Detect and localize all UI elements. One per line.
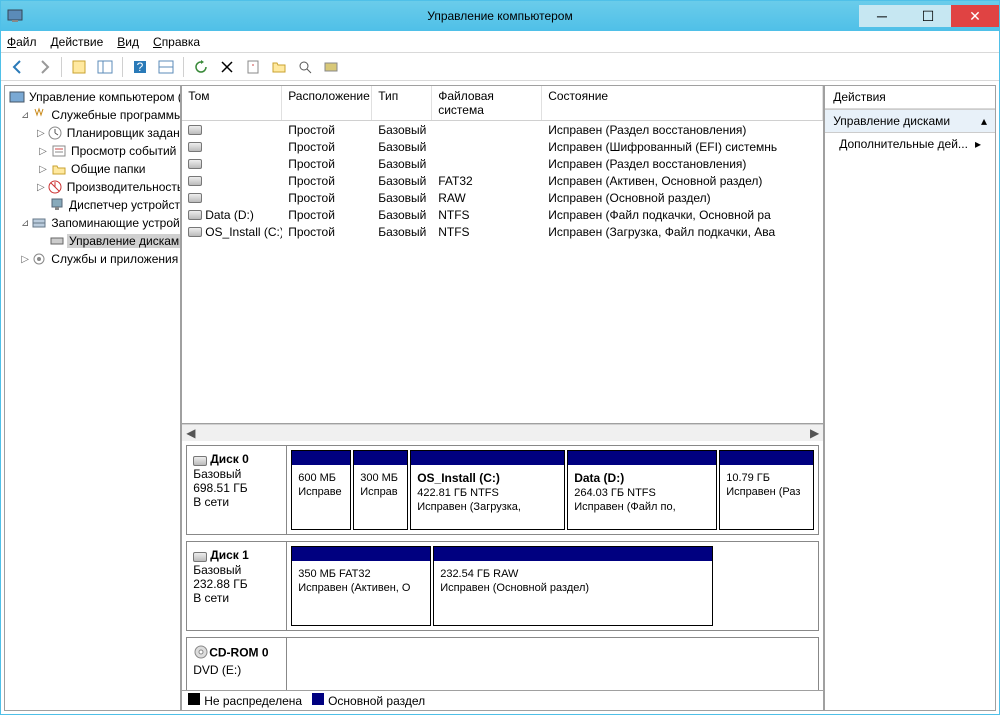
menu-bar: Файл Действие Вид Справка [1, 31, 999, 53]
title-bar: Управление компьютером ─ ☐ ✕ [1, 1, 999, 31]
actions-more[interactable]: Дополнительные дей...▸ [825, 133, 995, 155]
menu-view[interactable]: Вид [117, 35, 139, 49]
properties-button[interactable] [242, 56, 264, 78]
tree-shared-folders[interactable]: ▷Общие папки [5, 160, 180, 178]
disk-row[interactable]: Диск 1Базовый232.88 ГБВ сети350 МБ FAT32… [186, 541, 819, 631]
legend-primary: Основной раздел [312, 693, 425, 708]
tree-device-manager[interactable]: Диспетчер устройств [5, 196, 180, 214]
volume-row[interactable]: Data (D:)ПростойБазовыйNTFSИсправен (Фай… [182, 206, 823, 223]
disk-icon [188, 227, 202, 237]
console-tree[interactable]: Управление компьютером (л ⊿Служебные про… [4, 85, 181, 711]
actions-section[interactable]: Управление дисками▴ [825, 109, 995, 133]
horizontal-scrollbar[interactable]: ◀▶ [182, 424, 823, 441]
partition-body: 300 МБИсправ [354, 465, 407, 505]
partition[interactable]: 300 МБИсправ [353, 450, 408, 530]
collapse-icon[interactable]: ▴ [981, 114, 987, 128]
partition[interactable]: 600 МБИсправе [291, 450, 351, 530]
details-pane: Том Расположение Тип Файловая система Со… [181, 85, 824, 711]
app-icon [7, 8, 23, 24]
volume-row[interactable]: ПростойБазовыйRAWИсправен (Основной разд… [182, 189, 823, 206]
tree-root[interactable]: Управление компьютером (л [5, 88, 180, 106]
disk-icon [188, 210, 202, 220]
volume-row[interactable]: OS_Install (C:)ПростойБазовыйNTFSИсправе… [182, 223, 823, 240]
volume-row[interactable]: ПростойБазовыйFAT32Исправен (Активен, Ос… [182, 172, 823, 189]
last-button[interactable] [320, 56, 342, 78]
cd-icon [193, 644, 209, 663]
volume-list[interactable]: Том Расположение Тип Файловая система Со… [182, 86, 823, 424]
actions-pane: Действия Управление дисками▴ Дополнитель… [824, 85, 996, 711]
actions-header: Действия [825, 86, 995, 109]
col-layout[interactable]: Расположение [282, 86, 372, 120]
maximize-button[interactable]: ☐ [905, 5, 951, 27]
partition[interactable]: 350 МБ FAT32Исправен (Активен, О [291, 546, 431, 626]
partition-body: Data (D:)264.03 ГБ NTFSИсправен (Файл по… [568, 465, 716, 520]
disk-row[interactable]: CD-ROM 0DVD (E:)Нет носителя [186, 637, 819, 690]
partition-header [434, 547, 712, 561]
volume-row[interactable]: ПростойБазовыйИсправен (Раздел восстанов… [182, 121, 823, 138]
disk-info: CD-ROM 0DVD (E:)Нет носителя [187, 638, 287, 690]
volume-row[interactable]: ПростойБазовыйИсправен (Шифрованный (EFI… [182, 138, 823, 155]
folder-button[interactable] [268, 56, 290, 78]
toolbar: ? [1, 53, 999, 81]
tree-services-apps[interactable]: ▷Службы и приложения [5, 250, 180, 268]
svg-text:?: ? [137, 60, 144, 74]
tree-storage[interactable]: ⊿Запоминающие устройст [5, 214, 180, 232]
disk-icon [193, 453, 210, 467]
menu-file[interactable]: Файл [7, 35, 37, 49]
col-status[interactable]: Состояние [542, 86, 823, 120]
chevron-right-icon: ▸ [975, 137, 981, 151]
minimize-button[interactable]: ─ [859, 5, 905, 27]
partition-header [720, 451, 813, 465]
disk-row[interactable]: Диск 0Базовый698.51 ГБВ сети600 МБИсправ… [186, 445, 819, 535]
disk-icon [188, 142, 202, 152]
partition[interactable]: OS_Install (C:)422.81 ГБ NTFSИсправен (З… [410, 450, 565, 530]
back-button[interactable] [7, 56, 29, 78]
partition[interactable]: 10.79 ГБИсправен (Раз [719, 450, 814, 530]
volume-list-header[interactable]: Том Расположение Тип Файловая система Со… [182, 86, 823, 121]
partition-header [411, 451, 564, 465]
disk-icon [193, 549, 210, 563]
disk-icon [188, 193, 202, 203]
tree-event-viewer[interactable]: ▷Просмотр событий [5, 142, 180, 160]
disk-icon [188, 176, 202, 186]
partition-header [292, 451, 350, 465]
search-button[interactable] [294, 56, 316, 78]
panel-layout-button[interactable] [94, 56, 116, 78]
legend-unallocated: Не распределена [188, 693, 302, 708]
view-list-button[interactable] [155, 56, 177, 78]
disk-icon [188, 125, 202, 135]
partition-body: 350 МБ FAT32Исправен (Активен, О [292, 561, 430, 601]
partition-body: 232.54 ГБ RAWИсправен (Основной раздел) [434, 561, 712, 601]
partition-body: 600 МБИсправе [292, 465, 350, 505]
disk-info: Диск 1Базовый232.88 ГБВ сети [187, 542, 287, 630]
volume-row[interactable]: ПростойБазовыйИсправен (Раздел восстанов… [182, 155, 823, 172]
col-volume[interactable]: Том [182, 86, 282, 120]
partition[interactable]: Data (D:)264.03 ГБ NTFSИсправен (Файл по… [567, 450, 717, 530]
tree-performance[interactable]: ▷Производительность [5, 178, 180, 196]
tree-system-tools[interactable]: ⊿Служебные программы [5, 106, 180, 124]
col-filesystem[interactable]: Файловая система [432, 86, 542, 120]
col-type[interactable]: Тип [372, 86, 432, 120]
refresh-button[interactable] [190, 56, 212, 78]
legend: Не распределена Основной раздел [182, 690, 823, 710]
partition-body: 10.79 ГБИсправен (Раз [720, 465, 813, 505]
disk-info: Диск 0Базовый698.51 ГБВ сети [187, 446, 287, 534]
partition-body: OS_Install (C:)422.81 ГБ NTFSИсправен (З… [411, 465, 564, 520]
close-button[interactable]: ✕ [951, 5, 999, 27]
tree-task-scheduler[interactable]: ▷Планировщик заданий [5, 124, 180, 142]
partition-header [354, 451, 407, 465]
forward-button[interactable] [33, 56, 55, 78]
window-title: Управление компьютером [1, 9, 999, 23]
partition[interactable]: 232.54 ГБ RAWИсправен (Основной раздел) [433, 546, 713, 626]
help-button[interactable]: ? [129, 56, 151, 78]
disk-map[interactable]: Диск 0Базовый698.51 ГБВ сети600 МБИсправ… [182, 441, 823, 690]
tree-disk-management[interactable]: Управление дисками [5, 232, 180, 250]
partition-header [292, 547, 430, 561]
show-hide-tree-button[interactable] [68, 56, 90, 78]
partition-header [568, 451, 716, 465]
menu-action[interactable]: Действие [51, 35, 104, 49]
disk-icon [188, 159, 202, 169]
menu-help[interactable]: Справка [153, 35, 200, 49]
delete-button[interactable] [216, 56, 238, 78]
